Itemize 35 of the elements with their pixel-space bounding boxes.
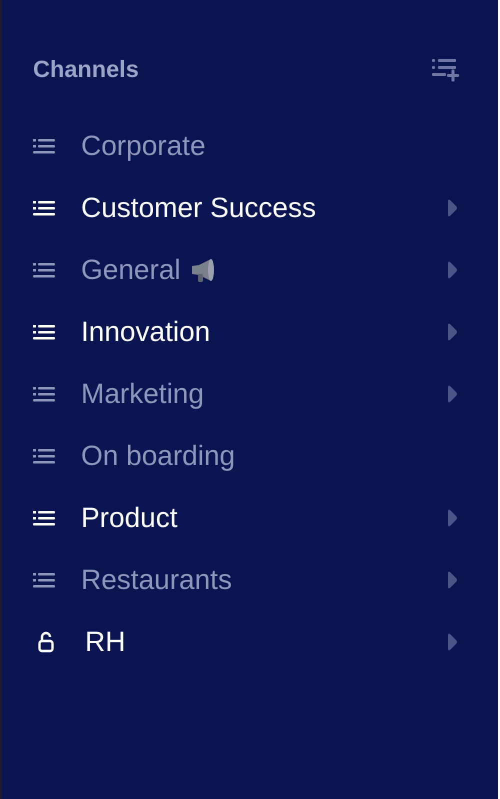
list-icon	[33, 324, 55, 340]
channel-name: Innovation	[81, 316, 210, 348]
list-icon	[33, 448, 55, 464]
channel-name: Marketing	[81, 378, 204, 410]
list-icon	[33, 200, 55, 216]
channel-item[interactable]: On boarding	[33, 425, 498, 487]
channel-name: General	[81, 254, 181, 286]
channel-name: Product	[81, 502, 178, 534]
caret-right-icon[interactable]	[446, 199, 458, 217]
caret-right-icon[interactable]	[446, 509, 458, 527]
channel-item[interactable]: General	[33, 239, 498, 301]
add-channel-icon[interactable]	[430, 56, 460, 82]
channel-item[interactable]: Restaurants	[33, 549, 498, 611]
caret-right-icon[interactable]	[446, 571, 458, 589]
channel-name: Restaurants	[81, 564, 232, 596]
channel-name: On boarding	[81, 440, 236, 472]
channel-item[interactable]: Product	[33, 487, 498, 549]
list-icon	[33, 386, 55, 402]
caret-right-icon[interactable]	[446, 633, 458, 651]
channel-item[interactable]: RH	[33, 611, 498, 673]
channel-name: Customer Success	[81, 192, 316, 224]
list-icon	[33, 138, 55, 154]
channel-item[interactable]: Marketing	[33, 363, 498, 425]
channel-item[interactable]: Corporate	[33, 115, 498, 177]
sidebar-title: Channels	[33, 56, 139, 83]
caret-right-icon[interactable]	[446, 261, 458, 279]
channel-item[interactable]: Innovation	[33, 301, 498, 363]
list-icon	[33, 572, 55, 588]
list-icon	[33, 262, 55, 278]
channel-item[interactable]: Customer Success	[33, 177, 498, 239]
caret-right-icon[interactable]	[446, 323, 458, 341]
channel-name: Corporate	[81, 130, 206, 162]
caret-right-icon[interactable]	[446, 385, 458, 403]
list-icon	[33, 510, 55, 526]
channel-name: RH	[85, 626, 126, 658]
